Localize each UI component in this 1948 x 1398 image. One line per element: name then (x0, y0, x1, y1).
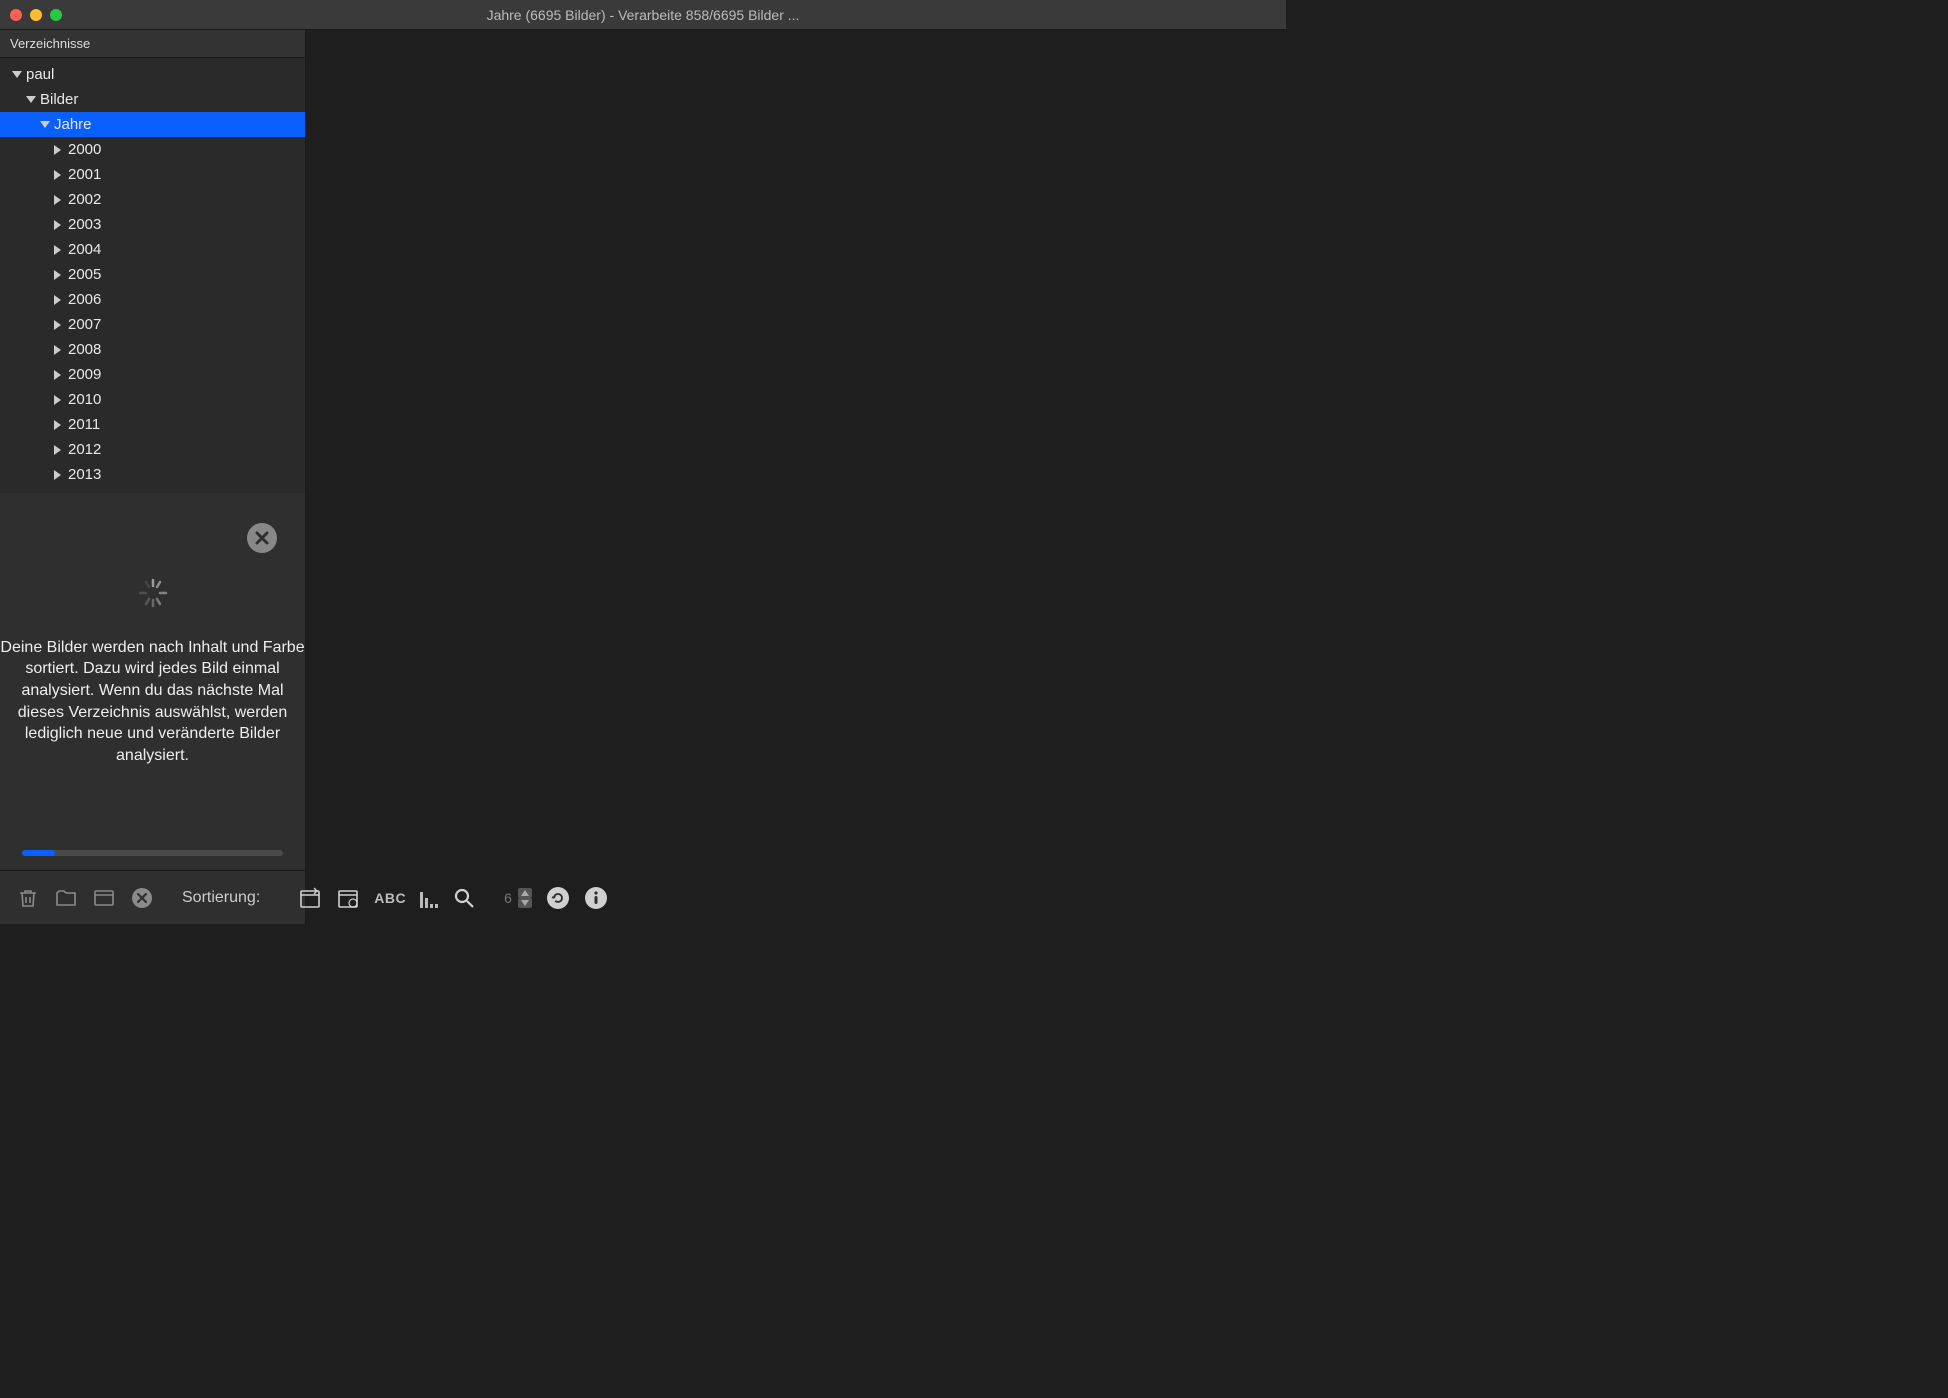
spinner-icon (137, 577, 169, 609)
sort-by-date-newest-icon[interactable] (298, 885, 322, 911)
tree-item-year[interactable]: 2004 (0, 237, 305, 262)
tree-item-year[interactable]: 2007 (0, 312, 305, 337)
tree-label: 2008 (68, 341, 101, 358)
tree-label: 2005 (68, 266, 101, 283)
close-icon[interactable] (247, 523, 277, 553)
tree-item-year[interactable]: 2002 (0, 187, 305, 212)
tree-item-year[interactable]: 2005 (0, 262, 305, 287)
sidebar-header: Verzeichnisse (0, 30, 305, 58)
progress-bar (22, 850, 283, 856)
tree-item-year[interactable]: 2009 (0, 362, 305, 387)
tree-item-root[interactable]: paul (0, 62, 305, 87)
search-icon[interactable] (452, 885, 476, 911)
content-area: Deine Bilder werden nach Inhalt und Farb… (0, 493, 305, 850)
tree-item-year[interactable]: 2001 (0, 162, 305, 187)
tree-label: 2006 (68, 291, 101, 308)
tree-item-bilder[interactable]: Bilder (0, 87, 305, 112)
cancel-icon[interactable] (130, 885, 154, 911)
sidebar: Verzeichnisse paul Bilder Jahre 2000 2001… (0, 30, 306, 924)
tree-item-year[interactable]: 2008 (0, 337, 305, 362)
tree-label: 2001 (68, 166, 101, 183)
tree-item-jahre[interactable]: Jahre (0, 112, 305, 137)
tree-label: 2007 (68, 316, 101, 333)
close-window[interactable] (10, 9, 22, 21)
tree-item-year[interactable]: 2012 (0, 437, 305, 462)
tree-label: 2003 (68, 216, 101, 233)
tree-label: 2010 (68, 391, 101, 408)
tree-label: 2011 (68, 416, 100, 433)
tree-label: Bilder (40, 91, 78, 108)
tree-item-year[interactable]: 2010 (0, 387, 305, 412)
directory-tree[interactable]: paul Bilder Jahre 2000 2001 2002 2003 2004 20… (0, 58, 305, 493)
sort-label: Sortierung: (182, 889, 260, 907)
info-icon[interactable] (584, 885, 608, 911)
main-pane: Deine Bilder werden nach Inhalt und Farb… (0, 493, 305, 924)
tree-label: 2009 (68, 366, 101, 383)
tree-label: 2012 (68, 441, 101, 458)
titlebar: Jahre (6695 Bilder) - Verarbeite 858/669… (0, 0, 1286, 30)
window-title: Jahre (6695 Bilder) - Verarbeite 858/669… (487, 7, 800, 23)
trash-icon[interactable] (16, 885, 40, 911)
tree-label: Jahre (54, 116, 92, 133)
stepper-up[interactable] (518, 888, 532, 898)
sort-by-color[interactable] (280, 887, 284, 909)
stepper-down[interactable] (518, 898, 532, 908)
sort-bars-icon[interactable] (420, 888, 438, 908)
tree-item-year[interactable]: 2000 (0, 137, 305, 162)
folder-icon[interactable] (54, 885, 78, 911)
processing-message: Deine Bilder werden nach Inhalt und Farb… (0, 637, 305, 767)
sort-alphabetical[interactable]: ABC (374, 890, 406, 906)
window-icon[interactable] (92, 885, 116, 911)
tree-item-year[interactable]: 2003 (0, 212, 305, 237)
bottom-toolbar: Sortierung: ABC 6 (0, 870, 305, 924)
tree-label: 2002 (68, 191, 101, 208)
tree-item-year[interactable]: 2013 (0, 462, 305, 487)
zoom-window[interactable] (50, 9, 62, 21)
counter-stepper[interactable] (518, 888, 532, 908)
tree-label: 2000 (68, 141, 101, 158)
traffic-lights (10, 9, 62, 21)
minimize-window[interactable] (30, 9, 42, 21)
tree-label: paul (26, 66, 54, 83)
tree-item-year[interactable]: 2011 (0, 412, 305, 437)
tree-label: 2004 (68, 241, 101, 258)
progress-fill (22, 850, 55, 856)
counter-value: 6 (504, 890, 512, 906)
tree-item-year[interactable]: 2006 (0, 287, 305, 312)
sort-by-date-oldest-icon[interactable] (336, 885, 360, 911)
tree-label: 2013 (68, 466, 101, 483)
refresh-icon[interactable] (546, 885, 570, 911)
